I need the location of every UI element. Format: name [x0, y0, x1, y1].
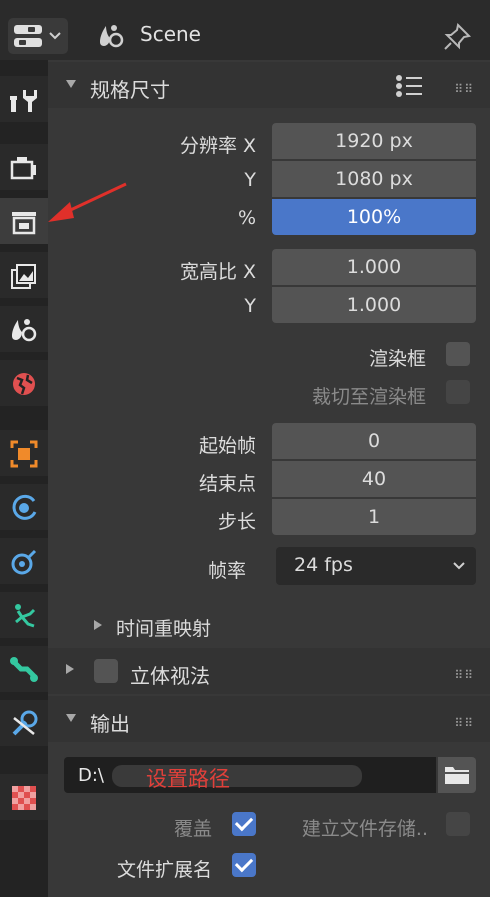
annotation-arrow-icon — [48, 182, 127, 222]
modifiers-icon — [12, 710, 38, 736]
world-icon — [13, 373, 35, 395]
object-icon — [10, 440, 38, 468]
scene-name: Scene — [140, 22, 201, 46]
output-path-field[interactable]: D:\ 设置路径 — [64, 757, 436, 793]
render-icon — [10, 157, 36, 180]
overwrite-checkbox[interactable] — [232, 812, 256, 836]
tab-render[interactable] — [0, 144, 48, 190]
presets-list-icon[interactable] — [394, 72, 426, 100]
collapse-down-icon — [66, 714, 76, 722]
frame-end-label: 结束点 — [198, 473, 256, 495]
properties-editor: Scene 规格尺寸 ⠿⠿ 分辨率 X 1920 px Y 1080 px % … — [0, 0, 490, 897]
frame-start-field[interactable]: 0 — [272, 423, 476, 459]
output-panel-header[interactable]: 输出 ⠿⠿ — [48, 696, 490, 742]
tool-icon — [10, 90, 37, 112]
time-remapping-subpanel-header[interactable]: 时间重映射 — [48, 604, 490, 646]
constraints-icon — [11, 549, 37, 575]
editor-header: Scene — [0, 0, 490, 60]
resolution-y-field[interactable]: 1080 px — [272, 161, 476, 197]
drag-handle-icon[interactable]: ⠿⠿ — [454, 716, 474, 730]
overwrite-label: 覆盖 — [173, 818, 212, 840]
format-panel-header[interactable]: 规格尺寸 ⠿⠿ — [48, 62, 490, 108]
frame-rate-value: 24 fps — [294, 554, 353, 576]
file-extensions-label: 文件扩展名 — [116, 859, 212, 881]
frame-rate-label: 帧率 — [207, 560, 246, 582]
collapse-down-icon — [66, 80, 76, 88]
properties-editor-icon — [14, 25, 61, 47]
placeholders-label: 建立文件存储.. — [301, 818, 428, 840]
tab-world[interactable] — [0, 360, 48, 406]
tab-constraints[interactable] — [0, 538, 48, 584]
frame-rate-dropdown[interactable]: 24 fps — [276, 547, 476, 585]
aspect-y-label: Y — [244, 295, 256, 317]
crop-to-render-region-label: 裁切至渲染框 — [311, 386, 426, 408]
tab-object[interactable] — [0, 430, 48, 476]
output-icon — [12, 212, 36, 235]
view-layer-icon — [11, 264, 36, 289]
format-panel-title: 规格尺寸 — [90, 78, 170, 102]
scene-icon — [12, 319, 37, 342]
physics-icon — [12, 494, 37, 520]
tab-tool[interactable] — [0, 76, 48, 122]
aspect-x-field[interactable]: 1.000 — [272, 249, 476, 285]
particles-icon — [15, 604, 36, 628]
pin-icon[interactable] — [442, 22, 472, 52]
render-region-checkbox[interactable] — [446, 342, 470, 366]
tab-scene[interactable] — [0, 306, 48, 352]
crop-to-render-region-checkbox[interactable] — [446, 380, 470, 404]
tab-physics[interactable] — [0, 484, 48, 530]
drag-handle-icon[interactable]: ⠿⠿ — [454, 82, 474, 96]
frame-step-label: 步长 — [217, 511, 256, 533]
stereoscopy-checkbox[interactable] — [94, 659, 118, 683]
texture-icon — [12, 786, 36, 810]
editor-type-button[interactable] — [8, 18, 68, 54]
chevron-down-icon — [453, 562, 465, 570]
tab-particles[interactable] — [0, 592, 48, 638]
data-icon — [10, 657, 38, 682]
frame-start-label: 起始帧 — [198, 435, 256, 457]
time-remapping-title: 时间重映射 — [116, 618, 212, 640]
resolution-percent-field[interactable]: 100% — [272, 199, 476, 235]
drag-handle-icon[interactable]: ⠿⠿ — [454, 668, 474, 682]
frame-end-field[interactable]: 40 — [272, 461, 476, 497]
tab-view-layer[interactable] — [0, 252, 48, 298]
properties-tabs — [0, 60, 48, 897]
resolution-x-label: 分辨率 X — [179, 135, 256, 157]
tab-data[interactable] — [0, 646, 48, 692]
output-path-value: D:\ — [78, 765, 104, 786]
resolution-x-field[interactable]: 1920 px — [272, 123, 476, 159]
scene-icon — [100, 25, 124, 48]
frame-step-field[interactable]: 1 — [272, 499, 476, 535]
tab-texture[interactable] — [0, 774, 48, 820]
output-panel-title: 输出 — [90, 712, 130, 736]
tab-output[interactable] — [0, 198, 48, 244]
placeholders-checkbox[interactable] — [446, 812, 470, 836]
browse-folder-button[interactable] — [438, 757, 476, 793]
stereoscopy-panel-title: 立体视法 — [130, 664, 210, 688]
aspect-y-field[interactable]: 1.000 — [272, 287, 476, 323]
folder-icon — [445, 767, 469, 784]
tab-modifiers[interactable] — [0, 700, 48, 746]
stereoscopy-panel-header[interactable]: 立体视法 ⠿⠿ — [48, 648, 490, 694]
file-extensions-checkbox[interactable] — [232, 853, 256, 877]
set-path-annotation: 设置路径 — [146, 767, 230, 791]
render-region-label: 渲染框 — [368, 348, 426, 370]
expand-right-icon — [94, 620, 102, 630]
aspect-x-label: 宽高比 X — [179, 261, 256, 283]
expand-right-icon — [66, 664, 74, 674]
